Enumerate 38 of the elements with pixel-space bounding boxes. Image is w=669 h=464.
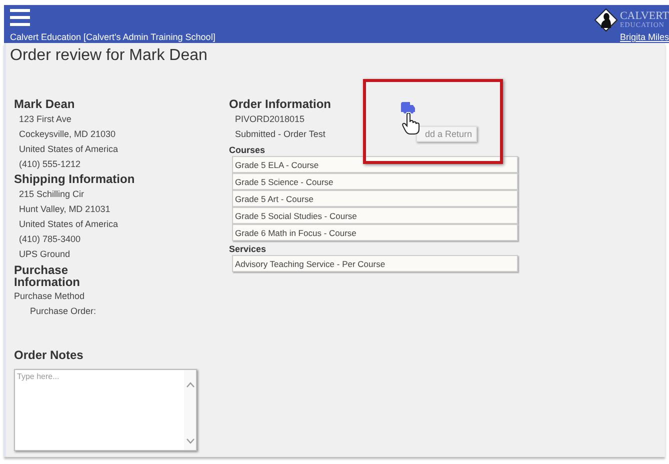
courses-heading: Courses — [229, 145, 266, 155]
shipping-line: Hunt Valley, MD 21031 — [18, 203, 112, 216]
scroll-down-icon[interactable] — [186, 438, 194, 444]
shipping-line: (410) 785-3400 — [18, 233, 82, 246]
address-line: United States of America — [18, 143, 120, 156]
page-title: Order review for Mark Dean — [10, 47, 208, 65]
menu-icon[interactable] — [10, 9, 30, 26]
notes-field[interactable]: Type here... — [14, 369, 197, 451]
tooltip: dd a Return — [416, 126, 478, 142]
services-heading: Services — [229, 244, 268, 254]
purchase-order-label: Purchase Order: — [29, 305, 98, 318]
address-line: Cockeysville, MD 21030 — [18, 128, 117, 141]
address-line: (410) 555-1212 — [18, 158, 82, 171]
purchase-method-label: Purchase Method — [14, 290, 86, 303]
shipping-line: UPS Ground — [18, 248, 72, 261]
logo-text: CALVERT — [620, 11, 669, 22]
course-row: Grade 6 Math in Focus - Course — [232, 224, 518, 241]
shipping-line: United States of America — [18, 218, 120, 231]
hand-cursor-icon — [402, 113, 420, 135]
order-status: Submitted - Order Test — [234, 128, 326, 141]
course-row: Grade 5 Art - Course — [232, 190, 518, 207]
section-heading: Order Notes — [14, 348, 84, 363]
truck-icon[interactable] — [401, 102, 415, 114]
section-heading: Purchase Information — [14, 264, 81, 288]
school-label: Calvert Education [Calvert's Admin Training School] — [10, 32, 216, 42]
service-row: Advisory Teaching Service - Per Course — [232, 255, 518, 272]
shipping-line: 215 Schilling Cir — [18, 188, 86, 201]
address-line: 123 First Ave — [18, 113, 72, 126]
course-row: Grade 5 ELA - Course — [232, 156, 518, 173]
customer-name: Mark Dean — [14, 97, 76, 112]
course-row: Grade 5 Science - Course — [232, 173, 518, 190]
section-heading: Shipping Information — [14, 172, 136, 187]
logo-icon — [594, 8, 618, 32]
order-number: PIVORD2018015 — [234, 113, 305, 126]
scroll-up-icon[interactable] — [186, 382, 194, 388]
course-row: Grade 5 Social Studies - Course — [232, 207, 518, 224]
user-link[interactable]: Brigita Miles — [620, 32, 669, 42]
section-heading: Order Information — [229, 97, 332, 112]
